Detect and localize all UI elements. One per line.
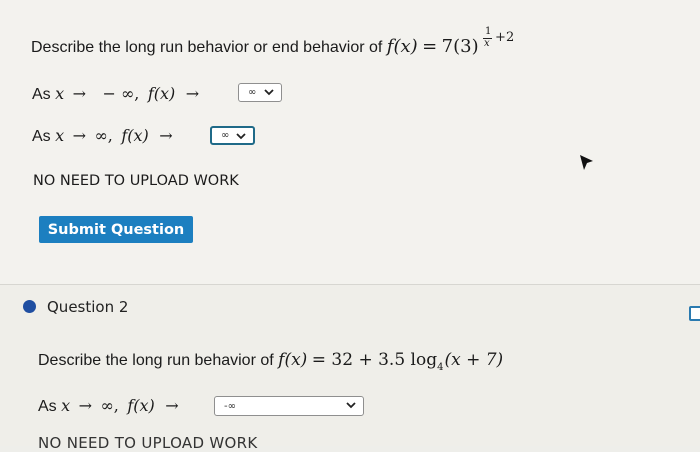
- q1-row-1: As x → − ∞, f(x) →: [32, 84, 199, 104]
- question-2-title: Question 2: [47, 298, 129, 316]
- function-base: 7(3): [441, 36, 479, 57]
- function-lhs: f(x): [386, 36, 418, 57]
- arrow-icon: →: [78, 396, 93, 415]
- no-upload-note: NO NEED TO UPLOAD WORK: [33, 173, 239, 189]
- selected-value: ∞: [248, 87, 257, 98]
- selected-value: -∞: [224, 400, 236, 412]
- arrow-icon: →: [165, 396, 179, 415]
- arrow-icon: →: [159, 126, 173, 145]
- question-1-prompt: Describe the long run behavior or end be…: [31, 26, 523, 57]
- blue-bullet-icon: [23, 300, 36, 313]
- no-upload-note-partial: NO NEED TO UPLOAD WORK: [38, 434, 258, 452]
- row-fx: f(x): [147, 84, 176, 103]
- function-lhs: f(x): [278, 350, 308, 370]
- row-var: x: [61, 396, 71, 415]
- row-var: x: [55, 84, 65, 103]
- q2-row1-select[interactable]: -∞: [214, 396, 364, 416]
- row-var: x: [55, 126, 65, 145]
- submit-question-button[interactable]: Submit Question: [39, 216, 193, 243]
- function-rhs: = 32 + 3.5 log: [311, 350, 438, 370]
- row-limit: − ∞,: [102, 84, 140, 103]
- row-limit: ∞,: [94, 126, 113, 145]
- prompt-text: Describe the long run behavior of: [38, 352, 274, 369]
- equals-sign: =: [422, 36, 438, 57]
- chevron-down-icon: [346, 402, 356, 409]
- row-lead: As: [32, 128, 51, 145]
- exponent-numerator: 1: [485, 26, 492, 37]
- exponent: 1 x +2: [483, 26, 523, 54]
- q1-row-2: As x → ∞, f(x) →: [32, 126, 173, 146]
- row-fx: f(x): [121, 126, 149, 145]
- exponent-denominator: x: [484, 38, 490, 49]
- arrow-icon: →: [72, 126, 87, 145]
- q1-row2-select[interactable]: ∞: [210, 126, 255, 145]
- row-limit: ∞,: [100, 396, 119, 415]
- arrow-icon: →: [185, 84, 200, 103]
- mouse-pointer-icon: [580, 155, 593, 170]
- log-base: 4: [437, 362, 444, 373]
- arrow-icon: →: [72, 84, 87, 103]
- question-2-prompt: Describe the long run behavior of f(x) =…: [38, 350, 504, 373]
- prompt-text: Describe the long run behavior or end be…: [31, 39, 383, 56]
- exponent-tail: +2: [495, 30, 515, 45]
- row-lead: As: [32, 86, 51, 103]
- selected-value: ∞: [221, 130, 230, 141]
- row-lead: As: [38, 398, 57, 415]
- chevron-down-icon: [264, 89, 274, 96]
- row-fx: f(x): [127, 396, 155, 415]
- function-arg: (x + 7): [444, 350, 504, 370]
- collapse-toggle-icon[interactable]: [689, 306, 700, 321]
- chevron-down-icon: [236, 133, 246, 140]
- q1-row1-select[interactable]: ∞: [238, 83, 282, 102]
- q2-row-1: As x → ∞, f(x) →: [38, 396, 179, 416]
